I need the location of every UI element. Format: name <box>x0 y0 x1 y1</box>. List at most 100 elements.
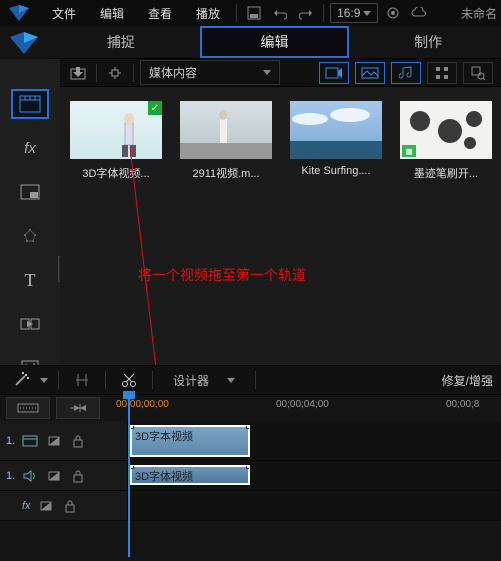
sidebar-title-room[interactable]: T <box>11 265 49 295</box>
audio-track-icon[interactable] <box>21 468 39 484</box>
aspect-ratio-selector[interactable]: 16:9 <box>330 3 378 23</box>
media-clip[interactable]: ✓ 3D字体视频... <box>70 101 162 181</box>
divider <box>323 4 324 22</box>
chevron-down-icon[interactable] <box>40 378 48 383</box>
divider <box>133 64 134 82</box>
trim-icon[interactable] <box>69 369 95 391</box>
track-number: 1. <box>6 470 15 482</box>
project-title: 未命名 <box>461 5 501 22</box>
clip-label: 墨迹笔刷开... <box>400 165 492 181</box>
track-visible-icon[interactable] <box>45 468 63 484</box>
app-icon-strip <box>0 26 48 59</box>
menu-play[interactable]: 播放 <box>186 1 230 26</box>
save-icon[interactable] <box>243 3 265 23</box>
settings-icon[interactable] <box>382 3 404 23</box>
search-library-icon[interactable] <box>463 62 493 84</box>
video-track-icon[interactable] <box>21 433 39 449</box>
fx-track: fx <box>0 491 501 521</box>
timeline-ruler[interactable]: 00;00;00;00 00;00;04;00 00;00;8 <box>116 395 501 421</box>
track-body[interactable]: 3D字本视频 <box>128 421 501 460</box>
view-grid-icon[interactable] <box>427 62 457 84</box>
divider <box>58 371 59 389</box>
browser-toolbar: 媒体内容 <box>0 59 501 87</box>
media-type-label: 媒体内容 <box>149 64 197 81</box>
clip-label: 3D字体视频... <box>70 165 162 181</box>
fix-enhance-button[interactable]: 修复/增强 <box>442 372 493 389</box>
tab-produce[interactable]: 制作 <box>355 24 501 60</box>
ruler-tick: 00;00;04;00 <box>276 399 329 410</box>
template-badge-icon: ▦ <box>402 145 416 157</box>
track-visible-icon[interactable] <box>45 433 63 449</box>
divider <box>236 4 237 22</box>
filter-audio-icon[interactable] <box>391 62 421 84</box>
track-body[interactable] <box>128 491 501 520</box>
cloud-icon[interactable] <box>408 3 430 23</box>
media-type-select[interactable]: 媒体内容 <box>140 60 280 85</box>
audio-track: 1. 3D字体视频 <box>0 461 501 491</box>
menu-view[interactable]: 查看 <box>138 1 182 26</box>
media-clip[interactable]: Kite Surfing.... <box>290 101 382 177</box>
sidebar-media-room[interactable] <box>11 89 49 119</box>
clip-block-label: 3D字体视频 <box>135 471 193 483</box>
video-track: 1. 3D字本视频 <box>0 421 501 461</box>
track-lock-icon[interactable] <box>69 433 87 449</box>
redo-icon[interactable] <box>295 3 317 23</box>
designer-select[interactable]: 设计器 <box>163 369 245 392</box>
magic-wand-icon[interactable] <box>8 369 34 391</box>
track-visible-icon[interactable] <box>37 498 55 514</box>
divider <box>152 371 153 389</box>
menubar: 文件 编辑 查看 播放 16:9 未命名 <box>0 0 501 26</box>
menu-edit[interactable]: 编辑 <box>90 1 134 26</box>
chevron-down-icon <box>227 378 235 383</box>
track-header: fx <box>0 491 128 520</box>
undo-icon[interactable] <box>269 3 291 23</box>
scissors-icon[interactable] <box>116 369 142 391</box>
clip-label: Kite Surfing.... <box>290 165 382 177</box>
clip-label: 2911视频.m... <box>180 165 272 181</box>
check-icon: ✓ <box>148 101 162 115</box>
track-header: 1. <box>0 421 128 460</box>
track-lock-icon[interactable] <box>61 498 79 514</box>
mode-tabs: 捕捉 编辑 制作 <box>0 26 501 59</box>
clip-thumbnail: ✓ <box>70 101 162 159</box>
sidebar-particle-room[interactable] <box>11 221 49 251</box>
aspect-ratio-label: 16:9 <box>337 6 360 20</box>
divider <box>96 64 97 82</box>
filter-image-icon[interactable] <box>355 62 385 84</box>
track-body[interactable]: 3D字体视频 <box>128 461 501 490</box>
filter-video-icon[interactable] <box>319 62 349 84</box>
tab-capture[interactable]: 捕捉 <box>48 24 194 60</box>
media-clip[interactable]: ▦ 墨迹笔刷开... <box>400 101 492 181</box>
timeline-ruler-row: 00;00;00;00 00;00;04;00 00;00;8 <box>0 395 501 421</box>
chevron-down-icon <box>363 11 371 16</box>
fit-timeline-icon[interactable] <box>6 397 50 419</box>
playhead[interactable] <box>128 395 130 557</box>
chevron-down-icon <box>263 70 271 75</box>
track-number: 1. <box>6 435 15 447</box>
tab-edit[interactable]: 编辑 <box>200 26 350 58</box>
menu-file[interactable]: 文件 <box>42 1 86 26</box>
sidebar-fx-room[interactable]: fx <box>11 133 49 163</box>
track-lock-icon[interactable] <box>69 468 87 484</box>
timeline-tracks: 1. 3D字本视频 1. <box>0 421 501 561</box>
fx-track-label: fx <box>22 500 31 512</box>
divider <box>105 371 106 389</box>
ruler-tick: 00;00;00;00 <box>116 399 169 410</box>
clip-handle-right[interactable] <box>246 425 250 429</box>
timeline-clip-video[interactable]: 3D字本视频 <box>130 425 250 457</box>
media-browser: ✓ 3D字体视频... 2911视频.m... Kite Surfing....… <box>60 87 501 365</box>
clip-handle-right[interactable] <box>246 465 250 469</box>
import-icon[interactable] <box>66 62 90 84</box>
sidebar-transition-room[interactable] <box>11 309 49 339</box>
media-clip[interactable]: 2911视频.m... <box>180 101 272 181</box>
sidebar-pip-room[interactable] <box>11 177 49 207</box>
clip-handle-left[interactable] <box>130 425 134 429</box>
clip-handle-left[interactable] <box>130 465 134 469</box>
plugin-icon[interactable] <box>103 62 127 84</box>
timeline-toolbar: 设计器 修复/增强 <box>0 365 501 395</box>
timeline-clip-audio[interactable]: 3D字体视频 <box>130 465 250 485</box>
ruler-tick: 00;00;8 <box>446 399 479 410</box>
track-header: 1. <box>0 461 128 490</box>
snap-icon[interactable] <box>56 397 100 419</box>
app-logo <box>8 4 30 22</box>
